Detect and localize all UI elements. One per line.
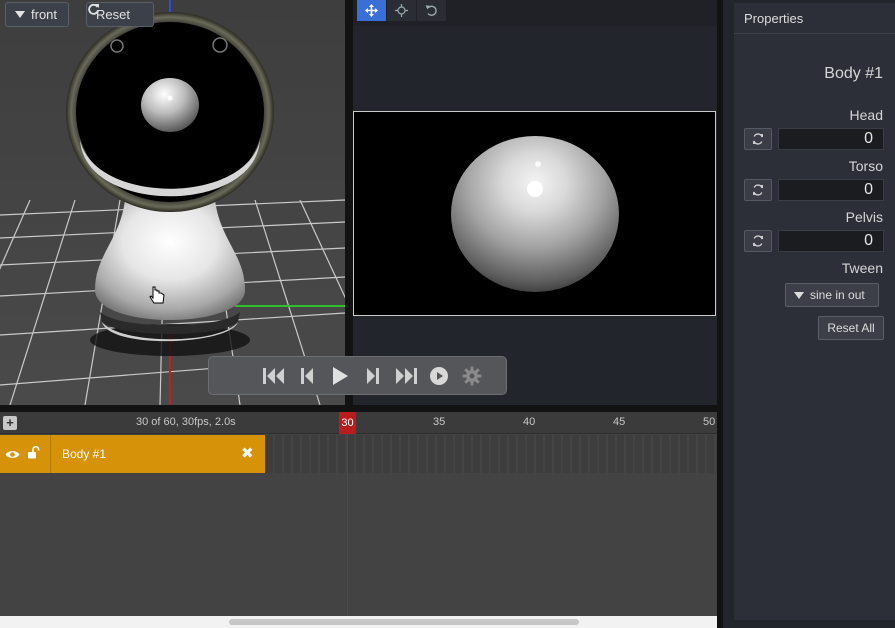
loop-icon <box>429 366 448 385</box>
camera-panel <box>353 0 717 405</box>
play-icon <box>332 366 348 385</box>
tick-label: 45 <box>613 416 626 428</box>
timeline-scrollbar[interactable] <box>229 619 579 625</box>
timeline: + 30 of 60, 30fps, 2.0s 35 40 45 50 30 B… <box>0 412 717 628</box>
close-icon[interactable]: ✖ <box>241 444 254 462</box>
tick-label: 35 <box>433 416 446 428</box>
torso-input[interactable] <box>778 179 884 201</box>
timeline-ruler[interactable]: + 30 of 60, 30fps, 2.0s 35 40 45 50 30 <box>0 412 717 434</box>
camera-move-tool[interactable] <box>357 0 386 21</box>
jump-end-button[interactable] <box>389 361 422 391</box>
timeline-divider[interactable] <box>0 405 717 412</box>
3d-viewport[interactable]: front Reset <box>0 0 345 405</box>
reset-button[interactable]: Reset <box>86 2 154 27</box>
step-back-button[interactable] <box>290 361 323 391</box>
head-sphere-render <box>451 136 619 292</box>
tween-dropdown[interactable]: sine in out <box>785 283 879 307</box>
pelvis-label: Pelvis <box>845 209 883 225</box>
jump-end-icon <box>395 367 417 384</box>
properties-header: Properties <box>734 3 895 34</box>
move-icon <box>365 4 378 17</box>
undo-icon <box>425 5 437 16</box>
refresh-icon <box>88 3 99 15</box>
properties-title: Body #1 <box>824 65 883 82</box>
tween-dropdown-value: sine in out <box>810 288 865 302</box>
sync-icon <box>753 235 763 247</box>
timeline-scroll-track[interactable] <box>0 616 717 628</box>
settings-button[interactable] <box>455 361 488 391</box>
torso-label: Torso <box>848 158 883 174</box>
loop-button[interactable] <box>422 361 455 391</box>
playback-bar <box>208 356 507 395</box>
track-separator <box>50 435 51 473</box>
sync-icon <box>753 184 763 196</box>
robot-scene <box>0 0 345 405</box>
tick-label: 40 <box>523 416 536 428</box>
playhead-marker[interactable]: 30 <box>339 412 356 434</box>
camera-undo-tool[interactable] <box>417 0 446 21</box>
camera-target-tool[interactable] <box>387 0 416 21</box>
head-input[interactable] <box>778 128 884 150</box>
sync-icon <box>753 133 763 145</box>
frame-info: 30 of 60, 30fps, 2.0s <box>136 416 236 428</box>
properties-panel: Properties Body #1 Head Torso Pelvis <box>734 3 895 620</box>
step-forward-button[interactable] <box>356 361 389 391</box>
panel-divider[interactable] <box>345 0 353 405</box>
add-track-button[interactable]: + <box>3 416 17 430</box>
view-dropdown[interactable]: front <box>5 2 69 27</box>
head-sync-button[interactable] <box>744 128 772 150</box>
camera-toolbar <box>353 0 717 26</box>
torso-sync-button[interactable] <box>744 179 772 201</box>
jump-start-icon <box>262 367 284 384</box>
properties-container: Properties Body #1 Head Torso Pelvis <box>723 0 895 628</box>
timeline-frame-grid[interactable] <box>265 435 717 473</box>
track-row-body-1[interactable]: Body #1 ✖ <box>0 435 265 473</box>
pelvis-input[interactable] <box>778 230 884 252</box>
target-icon <box>395 4 408 17</box>
eye-icon[interactable] <box>5 447 20 465</box>
reset-button-label: Reset <box>96 7 130 22</box>
chevron-down-icon <box>794 291 804 299</box>
tick-label: 50 <box>703 416 716 428</box>
pelvis-sync-button[interactable] <box>744 230 772 252</box>
chevron-down-icon <box>15 11 25 18</box>
step-back-icon <box>300 367 313 384</box>
playhead-line <box>347 434 348 628</box>
play-button[interactable] <box>323 361 356 391</box>
track-name: Body #1 <box>62 447 107 461</box>
view-dropdown-label: front <box>31 7 58 22</box>
jump-start-button[interactable] <box>257 361 290 391</box>
head-label: Head <box>849 107 883 123</box>
unlock-icon[interactable] <box>27 445 40 464</box>
tween-label: Tween <box>841 260 883 276</box>
gear-icon <box>462 366 481 385</box>
camera-preview <box>353 111 716 316</box>
step-forward-icon <box>366 367 379 384</box>
reset-all-button[interactable]: Reset All <box>818 316 884 340</box>
